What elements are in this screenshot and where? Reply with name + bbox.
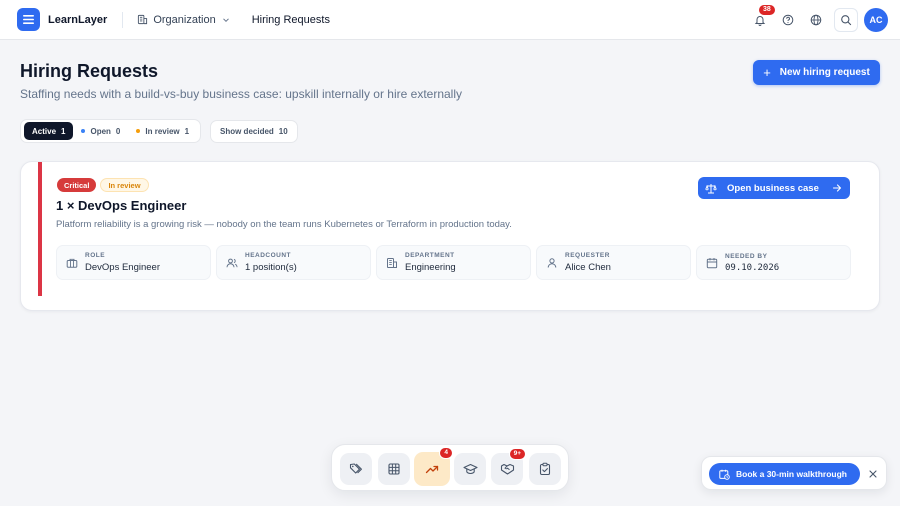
dock-partnerships-badge: 9+ bbox=[508, 448, 526, 460]
handshake-icon bbox=[500, 463, 514, 475]
bottom-dock: 4 9+ bbox=[331, 444, 569, 491]
hiring-request-card[interactable]: Critical In review 1 × DevOps Engineer P… bbox=[20, 161, 880, 311]
scale-icon bbox=[705, 183, 717, 193]
user-avatar[interactable]: AC bbox=[864, 8, 888, 32]
meta-department-label: DEPARTMENT bbox=[405, 252, 455, 259]
meta-headcount: HEADCOUNT 1 position(s) bbox=[216, 245, 371, 280]
show-decided-label: Show decided bbox=[220, 127, 274, 136]
filter-open-count: 0 bbox=[115, 126, 121, 136]
request-title: 1 × DevOps Engineer bbox=[56, 198, 187, 213]
globe-icon bbox=[810, 14, 822, 26]
meta-requester-value: Alice Chen bbox=[565, 262, 611, 273]
dock-item-learning[interactable] bbox=[454, 453, 486, 485]
priority-badge: Critical bbox=[57, 178, 97, 192]
app-logo[interactable] bbox=[17, 8, 40, 31]
chevron-down-icon bbox=[222, 17, 229, 22]
new-hiring-request-button[interactable]: + New hiring request bbox=[753, 60, 880, 85]
clipboard-check-icon bbox=[539, 462, 551, 476]
users-icon bbox=[226, 258, 238, 267]
meta-department-value: Engineering bbox=[405, 262, 456, 273]
filter-in-review-label: In review bbox=[145, 126, 180, 136]
dock-trending-badge: 4 bbox=[439, 447, 453, 459]
briefcase-icon bbox=[66, 258, 78, 268]
bell-icon bbox=[754, 16, 766, 26]
request-meta-row: ROLE DevOps Engineer HEADCOUNT 1 positio… bbox=[56, 245, 856, 280]
help-button[interactable] bbox=[776, 8, 800, 32]
divider bbox=[122, 11, 124, 28]
priority-accent-bar bbox=[38, 162, 42, 296]
help-circle-icon bbox=[782, 14, 794, 26]
filter-open-label: Open bbox=[90, 126, 111, 136]
close-walkthrough-button[interactable] bbox=[866, 467, 880, 481]
filter-active[interactable]: Active 1 bbox=[24, 122, 74, 140]
plus-icon: + bbox=[763, 65, 771, 80]
arrow-right-icon bbox=[832, 184, 842, 192]
notifications-button[interactable]: 38 bbox=[748, 5, 775, 32]
status-badge: In review bbox=[100, 178, 149, 192]
page-title: Hiring Requests bbox=[20, 61, 159, 81]
meta-requester-label: REQUESTER bbox=[565, 252, 610, 259]
filter-in-review-count: 1 bbox=[184, 126, 190, 136]
meta-needed-by: NEEDED BY 09.10.2026 bbox=[696, 245, 851, 280]
open-status-dot bbox=[81, 129, 86, 133]
notification-count-badge: 38 bbox=[759, 5, 775, 15]
user-icon bbox=[547, 257, 557, 268]
filter-active-count: 1 bbox=[61, 126, 66, 136]
dock-item-tags[interactable] bbox=[340, 453, 372, 485]
calendar-icon bbox=[706, 257, 718, 268]
meta-department: DEPARTMENT Engineering bbox=[376, 245, 531, 280]
meta-requester: REQUESTER Alice Chen bbox=[536, 245, 691, 280]
meta-headcount-value: 1 position(s) bbox=[245, 262, 297, 273]
book-walkthrough-button[interactable]: Book a 30-min walkthrough bbox=[709, 463, 860, 485]
breadcrumb-organization[interactable]: Organization bbox=[137, 14, 229, 26]
graduation-cap-icon bbox=[462, 463, 478, 475]
top-actions: 38 AC bbox=[744, 5, 888, 32]
filter-open[interactable]: Open 0 bbox=[73, 122, 128, 140]
meta-needed-by-label: NEEDED BY bbox=[725, 252, 768, 260]
open-business-case-label: Open business case bbox=[727, 182, 819, 194]
calendar-clock-icon bbox=[719, 469, 730, 480]
search-button[interactable] bbox=[834, 8, 858, 32]
request-badges: Critical In review bbox=[57, 178, 153, 192]
menu-icon bbox=[23, 15, 34, 24]
dock-item-tasks[interactable] bbox=[529, 453, 561, 485]
search-icon bbox=[841, 15, 852, 26]
dock-item-trending[interactable]: 4 bbox=[414, 447, 453, 486]
status-filter-group: Active 1 Open 0 In review 1 bbox=[20, 119, 202, 143]
breadcrumb-current: Hiring Requests bbox=[251, 13, 330, 26]
language-button[interactable] bbox=[804, 8, 828, 32]
walkthrough-banner: Book a 30-min walkthrough bbox=[701, 456, 887, 490]
meta-role-label: ROLE bbox=[85, 252, 106, 259]
show-decided-toggle[interactable]: Show decided 10 bbox=[210, 120, 298, 143]
filter-active-label: Active bbox=[32, 126, 57, 136]
new-hiring-request-label: New hiring request bbox=[779, 67, 870, 78]
meta-role: ROLE DevOps Engineer bbox=[56, 245, 211, 280]
open-business-case-button[interactable]: Open business case bbox=[698, 177, 850, 199]
show-decided-count: 10 bbox=[278, 127, 288, 136]
filter-in-review[interactable]: In review 1 bbox=[128, 122, 197, 140]
request-description: Platform reliability is a growing risk —… bbox=[56, 219, 512, 230]
in-review-status-dot bbox=[136, 129, 141, 133]
page-subtitle: Staffing needs with a build-vs-buy busin… bbox=[20, 87, 463, 101]
building-icon bbox=[138, 14, 148, 25]
breadcrumb-organization-label: Organization bbox=[153, 13, 216, 26]
close-icon bbox=[869, 470, 877, 478]
tags-icon bbox=[349, 463, 362, 474]
meta-role-value: DevOps Engineer bbox=[85, 262, 160, 273]
grid-icon bbox=[388, 463, 400, 475]
dock-item-partnerships[interactable]: 9+ bbox=[491, 448, 526, 485]
book-walkthrough-label: Book a 30-min walkthrough bbox=[736, 469, 847, 479]
building-icon bbox=[387, 257, 397, 268]
dock-item-grid[interactable] bbox=[378, 453, 410, 485]
meta-headcount-label: HEADCOUNT bbox=[245, 252, 292, 259]
app-name: LearnLayer bbox=[48, 13, 108, 26]
trending-up-icon bbox=[425, 465, 439, 474]
top-bar: LearnLayer Organization Hiring Requests … bbox=[0, 0, 900, 40]
meta-needed-by-value: 09.10.2026 bbox=[725, 262, 780, 273]
